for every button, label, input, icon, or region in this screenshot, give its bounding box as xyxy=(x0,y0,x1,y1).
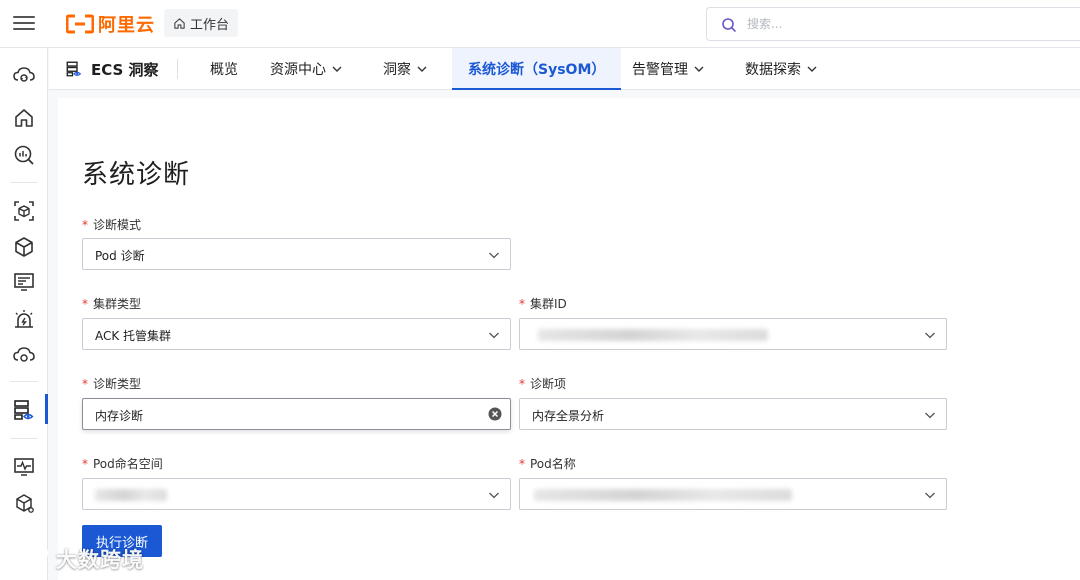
tab-label: 系统诊断（SysOM） xyxy=(468,62,606,78)
chevron-down-icon xyxy=(925,492,935,499)
hamburger-menu-icon[interactable] xyxy=(13,14,35,32)
cube-network-icon[interactable] xyxy=(12,492,36,516)
select-value: Pod 诊断 xyxy=(95,249,145,263)
tab-system-diagnosis[interactable]: 系统诊断（SysOM） xyxy=(452,48,622,90)
cube-icon[interactable] xyxy=(12,235,36,259)
label-text: 诊断类型 xyxy=(93,377,142,391)
tab-label: 洞察 xyxy=(383,62,411,78)
required-mark: * xyxy=(82,377,88,391)
diag-mode-label: * 诊断模式 xyxy=(82,216,141,233)
rail-active-indicator xyxy=(45,394,48,424)
rail-divider xyxy=(10,381,38,382)
home-icon xyxy=(174,17,185,29)
label-text: 集群ID xyxy=(530,297,567,311)
redacted-value xyxy=(538,329,768,341)
top-bar: 阿里云 工作台 xyxy=(0,0,1080,48)
tab-data-explore[interactable]: 数据探索 xyxy=(745,48,817,90)
pod-name-select[interactable] xyxy=(519,478,947,510)
chevron-down-icon xyxy=(417,66,427,72)
diagnosis-panel: 系统诊断 * 诊断模式 Pod 诊断 * 集群类型 ACK 托管集群 * 集群ID *… xyxy=(58,98,1080,580)
search-input[interactable] xyxy=(747,14,1047,34)
required-mark: * xyxy=(82,457,88,471)
tab-overview[interactable]: 概览 xyxy=(210,48,238,90)
server-eye-icon xyxy=(66,61,82,77)
pod-namespace-select[interactable] xyxy=(82,478,511,510)
chevron-down-icon xyxy=(332,66,342,72)
label-text: 诊断模式 xyxy=(93,218,142,232)
search-icon xyxy=(722,18,736,32)
search-report-icon[interactable] xyxy=(12,143,36,167)
left-icon-rail xyxy=(0,48,48,580)
required-mark: * xyxy=(82,218,88,232)
home-icon[interactable] xyxy=(12,106,36,130)
clear-icon[interactable] xyxy=(488,407,502,421)
pod-name-label: * Pod名称 xyxy=(519,455,576,472)
watermark: 大数跨境 xyxy=(6,544,144,574)
diag-item-select[interactable]: 内存全景分析 xyxy=(519,398,947,430)
chevron-down-icon xyxy=(489,252,499,259)
required-mark: * xyxy=(82,297,88,311)
global-search[interactable] xyxy=(706,7,1080,41)
watermark-text: 大数跨境 xyxy=(56,548,144,572)
workbench-button[interactable]: 工作台 xyxy=(164,9,239,37)
label-text: 集群类型 xyxy=(93,297,142,311)
cluster-type-label: * 集群类型 xyxy=(82,295,141,312)
select-value: 内存全景分析 xyxy=(532,409,605,423)
workbench-label: 工作台 xyxy=(190,17,230,33)
chevron-down-icon xyxy=(489,492,499,499)
diag-type-select[interactable]: 内存诊断 xyxy=(82,398,511,430)
box-scan-icon[interactable] xyxy=(12,199,36,223)
monitor-list-icon[interactable] xyxy=(12,270,36,294)
required-mark: * xyxy=(519,457,525,471)
cluster-type-select[interactable]: ACK 托管集群 xyxy=(82,318,511,350)
redacted-value xyxy=(95,489,167,501)
aliyun-logo-mark-icon xyxy=(66,14,94,34)
diag-mode-select[interactable]: Pod 诊断 xyxy=(82,238,511,270)
required-mark: * xyxy=(519,297,525,311)
label-text: Pod名称 xyxy=(530,457,576,471)
alarm-icon[interactable] xyxy=(12,307,36,331)
tab-label: 概览 xyxy=(210,62,238,78)
rail-divider xyxy=(10,182,38,183)
tab-alarm-management[interactable]: 告警管理 xyxy=(632,48,704,90)
required-mark: * xyxy=(519,377,525,391)
tab-label: 资源中心 xyxy=(270,62,326,78)
product-title-text: ECS 洞察 xyxy=(91,60,159,79)
watermark-logo-icon xyxy=(8,546,49,573)
pod-namespace-label: * Pod命名空间 xyxy=(82,455,163,472)
label-text: 诊断项 xyxy=(530,377,567,391)
tab-label: 数据探索 xyxy=(745,62,801,78)
rail-divider xyxy=(10,438,38,439)
chevron-down-icon xyxy=(694,66,704,72)
brand-name: 阿里云 xyxy=(98,15,155,36)
pulse-monitor-icon[interactable] xyxy=(12,455,36,479)
diag-item-label: * 诊断项 xyxy=(519,375,566,392)
cluster-id-select[interactable] xyxy=(519,318,947,350)
tab-insight[interactable]: 洞察 xyxy=(383,48,427,90)
chevron-down-icon xyxy=(925,332,935,339)
cloud-sync-icon[interactable] xyxy=(12,63,36,87)
select-value: ACK 托管集群 xyxy=(95,329,172,343)
product-nav-bar: ECS 洞察 概览 资源中心 洞察 系统诊断（SysOM） 告警管理 数据探索 xyxy=(49,48,1080,90)
redacted-value xyxy=(534,489,792,501)
label-text: Pod命名空间 xyxy=(93,457,163,471)
tab-label: 告警管理 xyxy=(632,62,688,78)
diag-type-label: * 诊断类型 xyxy=(82,375,141,392)
product-title[interactable]: ECS 洞察 xyxy=(65,58,159,80)
server-eye-icon[interactable] xyxy=(12,398,36,422)
nav-divider xyxy=(177,59,178,79)
page-title: 系统诊断 xyxy=(82,160,191,190)
cluster-id-label: * 集群ID xyxy=(519,295,567,312)
cloud-sync-icon[interactable] xyxy=(12,343,36,367)
tab-resource-center[interactable]: 资源中心 xyxy=(270,48,342,90)
chevron-down-icon xyxy=(925,412,935,419)
aliyun-logo[interactable]: 阿里云 xyxy=(66,12,155,36)
chevron-down-icon xyxy=(807,66,817,72)
select-value: 内存诊断 xyxy=(95,409,144,423)
chevron-down-icon xyxy=(489,332,499,339)
